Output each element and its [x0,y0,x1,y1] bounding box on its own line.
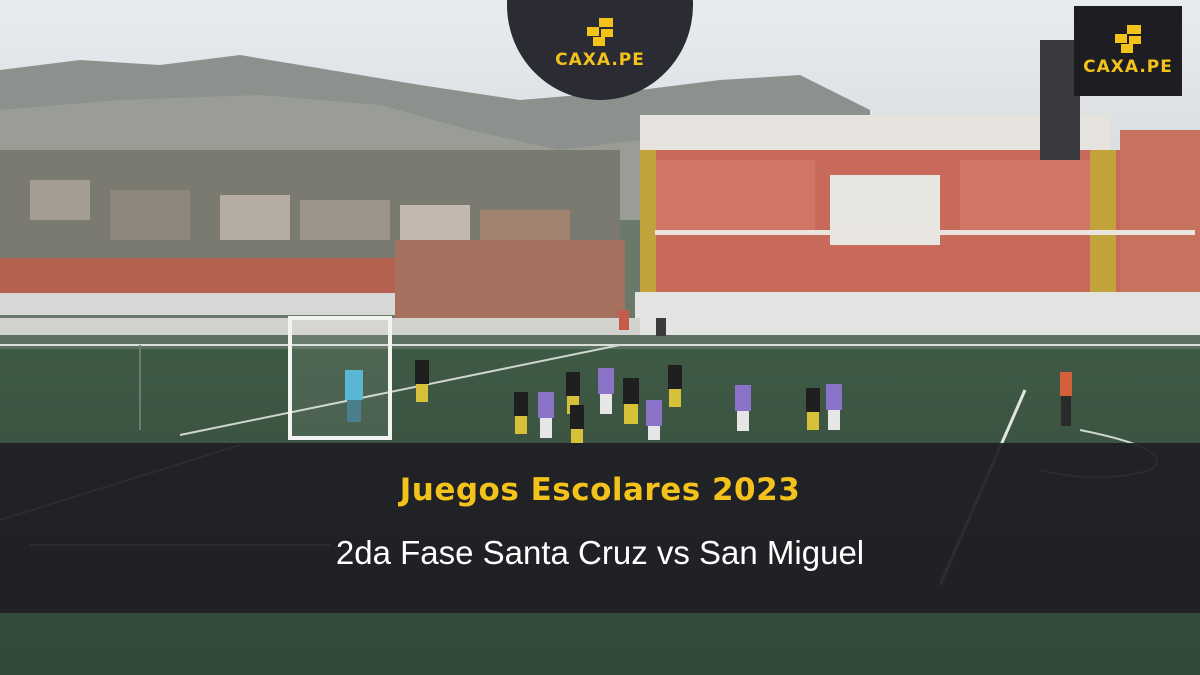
brand-logo-text: CAXA.PE [555,50,645,70]
brand-logo-corner: CAXA.PE [1074,6,1182,96]
caption-subtitle: 2da Fase Santa Cruz vs San Miguel [335,534,865,571]
caption-title: Juegos Escolares 2023 [399,472,801,508]
caption-band [0,443,1200,613]
brand-logo-text: CAXA.PE [1083,57,1173,77]
caxa-logo-icon [587,18,613,46]
caxa-logo-icon [1115,25,1141,53]
